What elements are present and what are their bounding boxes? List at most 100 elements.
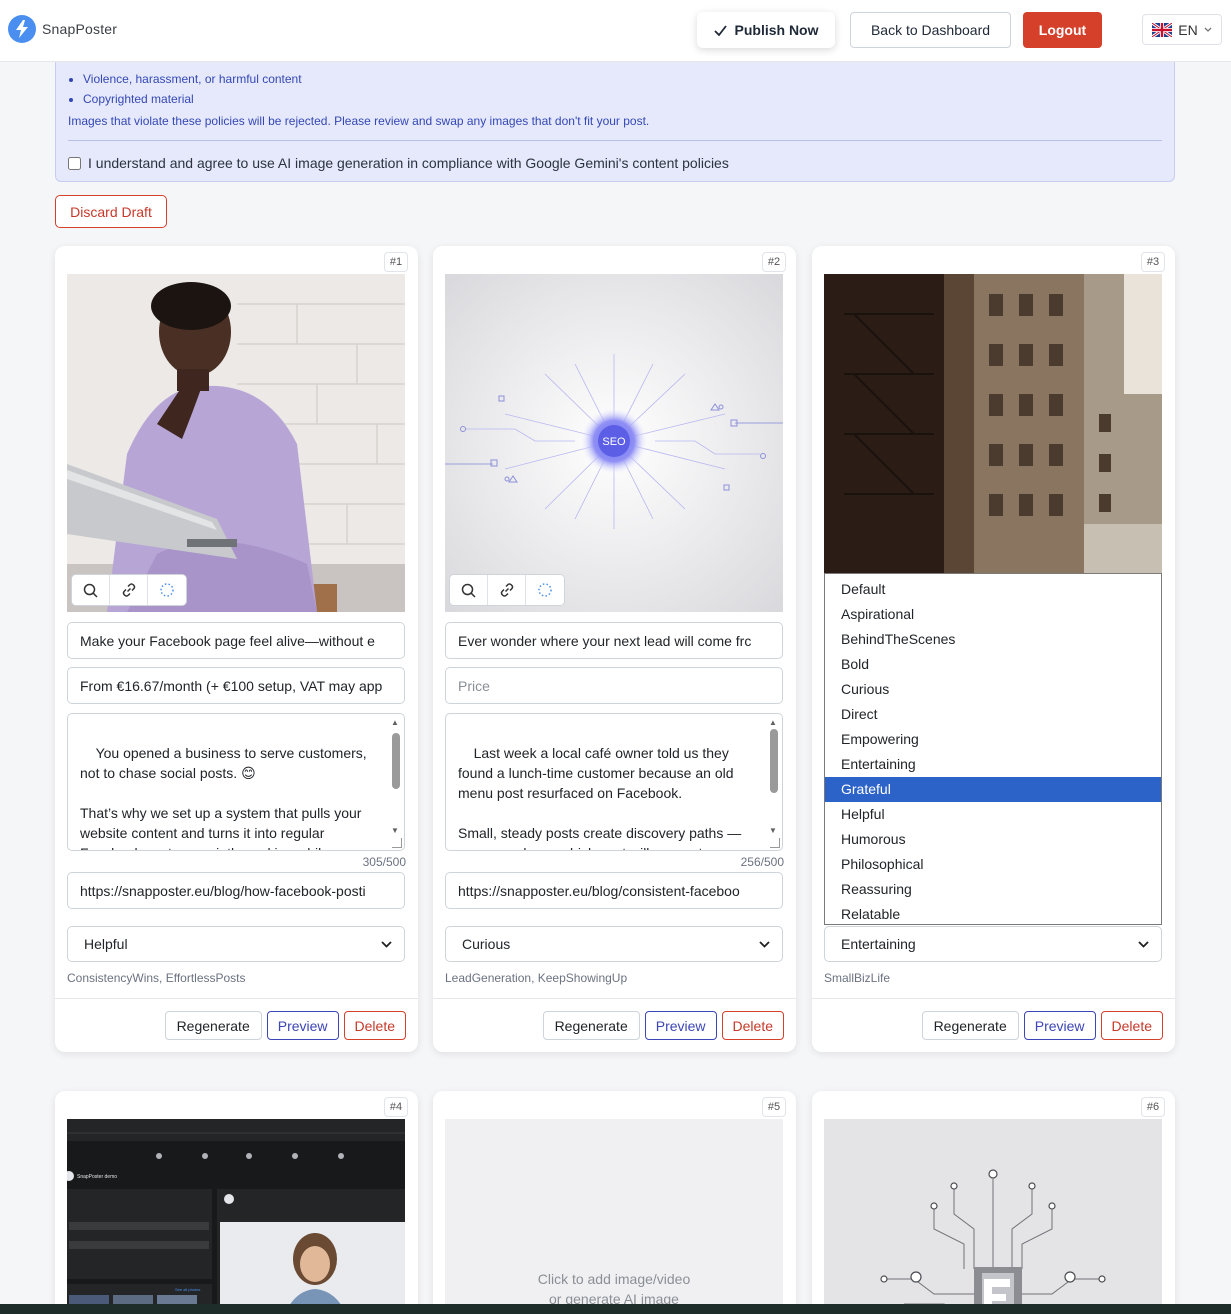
image-url-button[interactable] <box>488 575 526 605</box>
regenerate-button[interactable]: Regenerate <box>164 1011 262 1040</box>
post-body-textarea[interactable]: Last week a local café owner told us the… <box>445 713 783 851</box>
search-image-button[interactable] <box>72 575 110 605</box>
scroll-down-icon: ▼ <box>769 826 777 835</box>
tone-select[interactable]: Helpful <box>67 926 405 962</box>
policy-list: Violence, harassment, or harmful content… <box>83 69 302 109</box>
post-card: #5 Click to add image/video or generate … <box>433 1091 796 1314</box>
post-price-input[interactable]: Price <box>445 667 783 704</box>
card-divider <box>812 998 1175 999</box>
chevron-down-icon <box>1138 940 1149 948</box>
regenerate-button[interactable]: Regenerate <box>921 1011 1019 1040</box>
tone-option[interactable]: Helpful <box>825 802 1161 827</box>
language-selector[interactable]: EN <box>1142 14 1222 45</box>
preview-button[interactable]: Preview <box>266 1011 339 1040</box>
post-body-textarea[interactable]: You opened a business to serve customers… <box>67 713 405 851</box>
policy-divider <box>68 140 1162 141</box>
card-divider <box>433 998 796 999</box>
post-body-text: Last week a local café owner told us the… <box>458 745 742 850</box>
post-image[interactable] <box>67 274 405 612</box>
post-price-input[interactable]: From €16.67/month (+ €100 setup, VAT may… <box>67 667 405 704</box>
brick-buildings-photo <box>824 274 1162 574</box>
post-image[interactable] <box>824 1119 1162 1314</box>
discard-draft-button[interactable]: Discard Draft <box>55 195 167 228</box>
tone-option[interactable]: Curious <box>825 677 1161 702</box>
delete-button[interactable]: Delete <box>343 1011 406 1040</box>
post-card: #1 Make your Facebook page feel alive—wi… <box>55 246 418 1052</box>
post-hashtags: SmallBizLife <box>824 971 891 985</box>
tone-option[interactable]: Aspirational <box>825 602 1161 627</box>
generate-ai-image-button[interactable] <box>526 575 564 605</box>
loading-spinner-icon <box>538 583 552 597</box>
uk-flag-icon <box>1152 22 1173 37</box>
tone-option[interactable]: BehindTheScenes <box>825 627 1161 652</box>
policy-item: Copyrighted material <box>83 89 302 109</box>
logout-button[interactable]: Logout <box>1023 12 1102 48</box>
preview-button[interactable]: Preview <box>644 1011 717 1040</box>
tone-option-highlighted[interactable]: Grateful <box>825 777 1161 802</box>
textarea-scrollbar[interactable]: ▲ ▼ <box>768 717 780 835</box>
post-url-input[interactable]: https://snapposter.eu/blog/how-facebook-… <box>67 872 405 909</box>
image-tools <box>71 574 187 606</box>
card-divider <box>55 998 418 999</box>
tone-select[interactable]: Curious <box>445 926 783 962</box>
textarea-scrollbar[interactable]: ▲ ▼ <box>390 717 402 835</box>
card-actions: Regenerate Preview Delete <box>921 1011 1163 1040</box>
delete-button[interactable]: Delete <box>1100 1011 1163 1040</box>
brand[interactable]: SnapPoster <box>8 15 117 43</box>
resize-handle[interactable] <box>770 838 780 848</box>
image-tools <box>449 574 565 606</box>
add-media-label: Click to add image/video <box>537 1271 691 1287</box>
post-title-input[interactable]: Ever wonder where your next lead will co… <box>445 622 783 659</box>
chevron-down-icon <box>381 940 392 948</box>
delete-button[interactable]: Delete <box>721 1011 784 1040</box>
post-number: #5 <box>762 1097 786 1117</box>
post-url-input[interactable]: https://snapposter.eu/blog/consistent-fa… <box>445 872 783 909</box>
tone-value: Helpful <box>84 936 128 952</box>
char-count: 256/500 <box>740 855 784 869</box>
scroll-up-icon: ▲ <box>391 718 399 727</box>
back-to-dashboard-button[interactable]: Back to Dashboard <box>850 12 1011 48</box>
tone-option[interactable]: Humorous <box>825 827 1161 852</box>
card-actions: Regenerate Preview Delete <box>542 1011 784 1040</box>
post-image[interactable] <box>824 274 1162 574</box>
tone-option[interactable]: Reassuring <box>825 877 1161 902</box>
post-hashtags: ConsistencyWins, EffortlessPosts <box>67 971 246 985</box>
post-hashtags: LeadGeneration, KeepShowingUp <box>445 971 628 985</box>
add-media-dropzone[interactable]: Click to add image/video or generate AI … <box>445 1119 783 1314</box>
post-title-input[interactable]: Make your Facebook page feel alive—witho… <box>67 622 405 659</box>
mock-page-name: SnapPoster demo <box>77 1174 117 1180</box>
scroll-up-icon: ▲ <box>769 718 777 727</box>
search-icon <box>83 583 98 598</box>
policy-agree-row[interactable]: I understand and agree to use AI image g… <box>68 155 729 171</box>
regenerate-button[interactable]: Regenerate <box>542 1011 640 1040</box>
tone-option[interactable]: Entertaining <box>825 752 1161 777</box>
generate-ai-image-button[interactable] <box>148 575 186 605</box>
post-image[interactable]: SEO <box>445 274 783 612</box>
brand-name: SnapPoster <box>42 21 118 37</box>
search-image-button[interactable] <box>450 575 488 605</box>
tone-option[interactable]: Bold <box>825 652 1161 677</box>
tone-option[interactable]: Empowering <box>825 727 1161 752</box>
tone-option[interactable]: Relatable <box>825 902 1161 927</box>
post-card: #4 SnapPoster demo See all photos <box>55 1091 418 1314</box>
post-number: #3 <box>1141 252 1165 272</box>
link-icon <box>122 583 135 597</box>
publish-now-button[interactable]: Publish Now <box>697 12 835 48</box>
resize-handle[interactable] <box>392 838 402 848</box>
policy-agree-checkbox[interactable] <box>68 156 81 170</box>
post-image[interactable]: SnapPoster demo See all photos <box>67 1119 405 1314</box>
tone-option[interactable]: Default <box>825 577 1161 602</box>
scroll-down-icon: ▼ <box>391 826 399 835</box>
person-with-laptop-photo <box>67 274 405 612</box>
policy-note: Images that violate these policies will … <box>68 114 650 128</box>
tone-select[interactable]: Entertaining <box>824 926 1162 962</box>
image-url-button[interactable] <box>110 575 148 605</box>
tone-dropdown-list[interactable]: Default Aspirational BehindTheScenes Bol… <box>824 573 1162 925</box>
tone-option[interactable]: Direct <box>825 702 1161 727</box>
tone-option[interactable]: Philosophical <box>825 852 1161 877</box>
checkmark-icon <box>713 24 727 36</box>
post-number: #4 <box>384 1097 408 1117</box>
post-number: #1 <box>384 252 408 272</box>
preview-button[interactable]: Preview <box>1023 1011 1096 1040</box>
chevron-down-icon <box>759 940 770 948</box>
